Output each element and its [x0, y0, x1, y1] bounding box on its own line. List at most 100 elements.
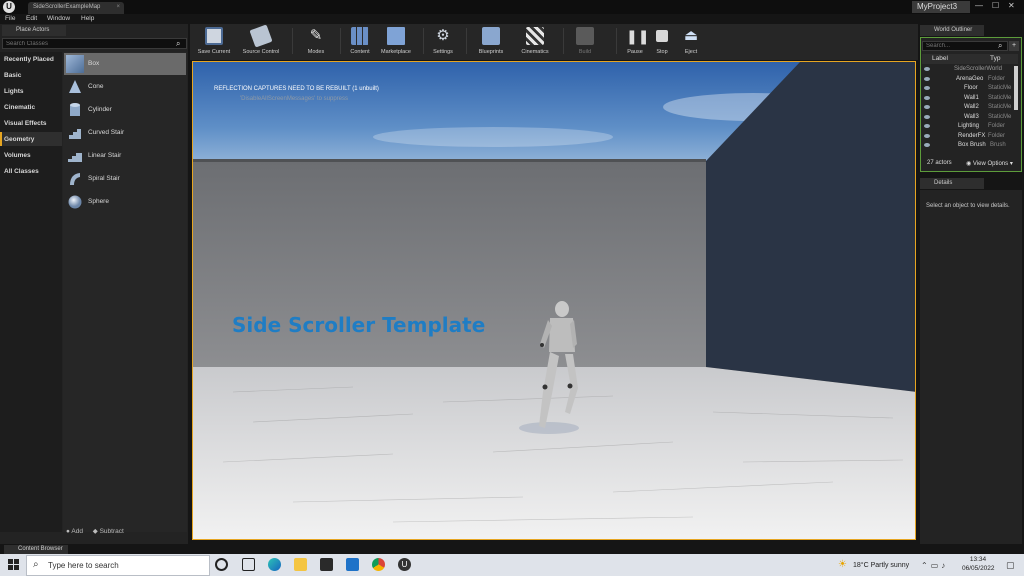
visibility-eye-icon[interactable]: [924, 124, 930, 128]
settings-button[interactable]: ⚙ Settings: [428, 25, 458, 59]
build-button[interactable]: Build: [570, 25, 600, 59]
world-outliner-tab[interactable]: World Outliner: [920, 25, 984, 36]
outliner-scrollbar[interactable]: [1014, 66, 1018, 110]
close-tab-icon[interactable]: ×: [116, 4, 120, 10]
category-lights[interactable]: Lights: [4, 88, 24, 95]
chrome-icon[interactable]: [372, 558, 385, 571]
actor-item-box[interactable]: Box: [64, 53, 186, 75]
clock-date[interactable]: 06/05/2022: [962, 565, 995, 572]
visibility-eye-icon[interactable]: [924, 143, 930, 147]
stop-label: Stop: [656, 49, 668, 55]
cortana-icon[interactable]: [215, 558, 228, 571]
content-icon: [351, 27, 369, 45]
outliner-row[interactable]: Lighting Folder: [922, 123, 1014, 133]
actor-item-spiral-stair[interactable]: Spiral Stair: [64, 168, 186, 190]
unreal-logo-icon[interactable]: U: [3, 1, 15, 13]
add-label[interactable]: Add: [71, 528, 83, 535]
outliner-row[interactable]: Wall3 StaticMe: [922, 114, 1014, 124]
outliner-row[interactable]: Wall2 StaticMe: [922, 104, 1014, 114]
windows-start-icon[interactable]: [8, 559, 19, 570]
subtract-label[interactable]: Subtract: [100, 528, 124, 535]
visibility-eye-icon[interactable]: [924, 67, 930, 71]
visibility-eye-icon[interactable]: [924, 95, 930, 100]
outliner-row[interactable]: SideScrollerWorld: [922, 66, 1014, 76]
visibility-eye-icon[interactable]: [924, 86, 930, 90]
save-current-button[interactable]: Save Current: [194, 25, 234, 59]
source-control-button[interactable]: Source Control: [237, 24, 285, 59]
category-recently-placed[interactable]: Recently Placed: [4, 56, 54, 63]
edge-browser-icon[interactable]: [268, 558, 281, 571]
category-cinematic[interactable]: Cinematic: [4, 104, 35, 111]
marketplace-button[interactable]: Marketplace: [376, 25, 416, 59]
actor-item-cone[interactable]: Cone: [64, 76, 186, 98]
notification-icon[interactable]: ▢: [1006, 560, 1015, 571]
category-all-classes[interactable]: All Classes: [4, 168, 39, 175]
subtract-brush-icon[interactable]: ◆: [93, 528, 100, 535]
menu-edit[interactable]: Edit: [26, 14, 37, 24]
modes-button[interactable]: ✎ Modes: [300, 25, 332, 59]
menu-bar: File Edit Window Help: [0, 14, 1024, 24]
weather-text[interactable]: 18°C Partly sunny: [853, 562, 909, 569]
modes-icon: ✎: [309, 27, 323, 44]
actor-item-sphere[interactable]: Sphere: [64, 191, 186, 213]
outliner-row[interactable]: ArenaGeo Folder: [922, 76, 1014, 86]
level-tab[interactable]: SideScrollerExampleMap ×: [28, 2, 124, 14]
level-viewport[interactable]: [192, 61, 916, 540]
eject-button[interactable]: ⏏ Eject: [678, 25, 704, 59]
toolbar-separator: [616, 28, 617, 54]
close-window-button[interactable]: ✕: [1008, 1, 1015, 10]
category-basic[interactable]: Basic: [4, 72, 21, 79]
menu-window[interactable]: Window: [47, 14, 70, 24]
clock-time[interactable]: 13:34: [962, 556, 994, 563]
content-browser-tab[interactable]: Content Browser: [4, 545, 68, 554]
maximize-window-button[interactable]: ☐: [992, 1, 999, 10]
outliner-row[interactable]: RenderFX Folder: [922, 133, 1014, 143]
menu-help[interactable]: Help: [81, 14, 94, 24]
cloud: [373, 127, 613, 147]
actor-item-label: Spiral Stair: [88, 175, 120, 182]
source-control-icon: [249, 24, 273, 48]
actor-item-linear-stair[interactable]: Linear Stair: [64, 145, 186, 167]
viewport-warning-message: REFLECTION CAPTURES NEED TO BE REBUILT (…: [214, 86, 379, 92]
taskbar-search-placeholder[interactable]: Type here to search: [48, 561, 119, 570]
column-label-header[interactable]: Label: [932, 55, 948, 62]
category-visual-effects[interactable]: Visual Effects: [4, 120, 47, 127]
outliner-row[interactable]: Floor StaticMe: [922, 85, 1014, 95]
outliner-row[interactable]: Wall1 StaticMe: [922, 95, 1014, 105]
search-classes-input[interactable]: [2, 38, 187, 49]
search-icon[interactable]: ⌕: [998, 41, 1002, 51]
actor-item-curved-stair[interactable]: Curved Stair: [64, 122, 186, 144]
pause-button[interactable]: ❚❚ Pause: [622, 25, 649, 59]
marketplace-icon: [387, 27, 405, 45]
system-tray-icons[interactable]: ⌃▭♪: [921, 561, 948, 570]
menu-file[interactable]: File: [5, 14, 15, 24]
weather-icon[interactable]: ☀: [838, 559, 847, 570]
minimize-window-button[interactable]: —: [975, 1, 983, 10]
task-view-icon[interactable]: [242, 558, 255, 571]
column-type-header[interactable]: Typ: [990, 55, 1000, 62]
stop-button[interactable]: Stop: [650, 25, 674, 59]
visibility-eye-icon[interactable]: [924, 114, 930, 119]
outliner-search-input[interactable]: [922, 41, 1008, 51]
visibility-eye-icon[interactable]: [924, 76, 930, 81]
view-options-button[interactable]: ◉ View Options ▾: [966, 160, 1013, 167]
visibility-eye-icon[interactable]: [924, 133, 930, 138]
microsoft-store-icon[interactable]: [320, 558, 333, 571]
actor-item-cylinder[interactable]: Cylinder: [64, 99, 186, 121]
content-button[interactable]: Content: [345, 25, 375, 59]
blueprints-button[interactable]: Blueprints: [474, 25, 508, 59]
cinematics-button[interactable]: Cinematics: [516, 25, 554, 59]
unreal-engine-taskbar-icon[interactable]: U: [398, 558, 411, 571]
category-volumes[interactable]: Volumes: [4, 152, 31, 159]
visibility-eye-icon[interactable]: [924, 105, 930, 109]
actor-item-label: Linear Stair: [88, 152, 122, 159]
details-tab[interactable]: Details: [920, 178, 984, 189]
pause-label: Pause: [627, 49, 643, 55]
place-actors-tab[interactable]: Place Actors: [2, 25, 66, 36]
file-explorer-icon[interactable]: [294, 558, 307, 571]
search-icon[interactable]: ⌕: [176, 39, 185, 48]
category-geometry[interactable]: Geometry: [4, 136, 34, 143]
mail-icon[interactable]: [346, 558, 359, 571]
outliner-row[interactable]: Box Brush Brush: [922, 142, 1014, 152]
add-folder-icon[interactable]: +: [1009, 41, 1019, 51]
